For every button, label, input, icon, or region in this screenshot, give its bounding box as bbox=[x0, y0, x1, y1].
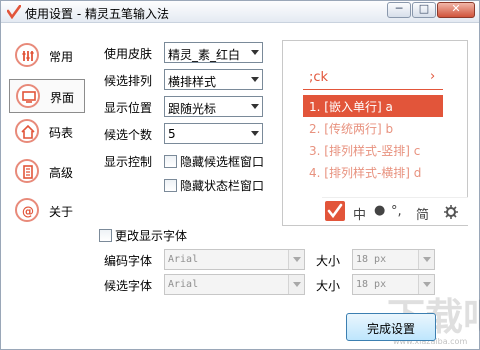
minimize-button[interactable]: ─ bbox=[387, 2, 411, 18]
position-label: 显示位置 bbox=[104, 101, 153, 115]
code-size-select[interactable]: 18 px bbox=[352, 249, 435, 270]
change-font-checkbox[interactable] bbox=[99, 229, 112, 242]
cand-size-label: 大小 bbox=[316, 279, 341, 293]
sliders-icon bbox=[15, 43, 39, 67]
chevron-down-icon bbox=[251, 77, 259, 82]
cand-font-select[interactable]: Arial bbox=[164, 274, 305, 295]
sidebar-item-label: 常用 bbox=[49, 50, 74, 64]
cand-size-value: 18 px bbox=[356, 279, 387, 290]
code-size-label: 大小 bbox=[316, 254, 341, 268]
preview-divider bbox=[303, 89, 443, 90]
position-value: 跟随光标 bbox=[168, 102, 217, 116]
preview-status-bar: 中 ● °, 简 bbox=[322, 197, 468, 225]
at-icon: @ bbox=[15, 198, 39, 222]
count-value: 5 bbox=[168, 127, 176, 141]
layout-label: 候选排列 bbox=[104, 74, 153, 88]
gear-icon bbox=[444, 205, 458, 219]
code-font-value: Arial bbox=[168, 254, 199, 265]
chevron-down-icon bbox=[251, 50, 259, 55]
chevron-down-icon bbox=[251, 104, 259, 109]
hide-candidate-label: 隐藏候选框窗口 bbox=[180, 155, 265, 169]
sidebar-item-advanced[interactable]: 高级 bbox=[9, 155, 85, 189]
sidebar-item-about[interactable]: @ 关于 bbox=[9, 194, 85, 228]
app-logo-icon bbox=[7, 5, 21, 19]
document-icon bbox=[15, 159, 39, 183]
change-font-label: 更改显示字体 bbox=[115, 229, 188, 243]
hide-status-checkbox[interactable] bbox=[164, 179, 177, 192]
hide-status-label: 隐藏状态栏窗口 bbox=[180, 179, 265, 193]
sidebar-item-label: 码表 bbox=[49, 126, 74, 140]
chevron-down-icon bbox=[418, 250, 434, 269]
sidebar-item-common[interactable]: 常用 bbox=[9, 39, 85, 73]
position-select[interactable]: 跟随光标 bbox=[164, 96, 263, 117]
done-button[interactable]: 完成设置 bbox=[346, 313, 436, 341]
skin-label: 使用皮肤 bbox=[104, 47, 153, 61]
close-icon: ✕ bbox=[451, 2, 461, 15]
display-control-label: 显示控制 bbox=[104, 155, 153, 169]
sidebar-item-codetable[interactable]: 码表 bbox=[9, 115, 85, 149]
layout-value: 横排样式 bbox=[168, 75, 217, 89]
skin-value: 精灵_素_红白 bbox=[168, 48, 241, 62]
status-mode: 简 bbox=[416, 208, 430, 223]
code-font-label: 编码字体 bbox=[104, 254, 153, 268]
svg-text:@: @ bbox=[22, 205, 34, 219]
count-select[interactable]: 5 bbox=[164, 123, 263, 144]
preview-code: ;ck bbox=[309, 70, 329, 85]
title-bar[interactable]: 使用设置 - 精灵五笔输入法 ─ □ ✕ bbox=[1, 1, 479, 23]
close-button[interactable]: ✕ bbox=[437, 2, 475, 18]
settings-window: 使用设置 - 精灵五笔输入法 ─ □ ✕ 常用 界面 码表 高级 @ 关于 使用… bbox=[0, 0, 480, 350]
cand-font-value: Arial bbox=[168, 279, 199, 290]
cand-font-label: 候选字体 bbox=[104, 279, 153, 293]
preview-candidate: 3. [排列样式-竖排] c bbox=[309, 144, 421, 158]
sidebar-item-label: 高级 bbox=[49, 166, 74, 180]
skin-select[interactable]: 精灵_素_红白 bbox=[164, 42, 263, 63]
sidebar-item-interface[interactable]: 界面 bbox=[9, 79, 85, 113]
monitor-icon bbox=[16, 84, 40, 108]
chevron-right-icon: › bbox=[430, 69, 436, 84]
chevron-down-icon bbox=[288, 250, 304, 269]
chevron-down-icon bbox=[288, 275, 304, 294]
preview-candidate: 1. [嵌入单行] a bbox=[303, 95, 443, 117]
ime-logo-icon bbox=[325, 201, 345, 221]
sidebar-item-label: 关于 bbox=[49, 205, 74, 219]
sidebar-item-label: 界面 bbox=[50, 91, 75, 105]
status-punct: °, bbox=[391, 204, 402, 219]
home-icon bbox=[15, 119, 39, 143]
count-label: 候选个数 bbox=[104, 128, 153, 142]
code-size-value: 18 px bbox=[356, 254, 387, 265]
maximize-icon: □ bbox=[418, 2, 430, 15]
preview-candidate: 4. [排列样式-横排] d bbox=[309, 166, 422, 180]
status-lang: 中 bbox=[353, 208, 367, 223]
chevron-down-icon bbox=[251, 131, 259, 136]
window-title: 使用设置 - 精灵五笔输入法 bbox=[25, 7, 169, 21]
code-font-select[interactable]: Arial bbox=[164, 249, 305, 270]
layout-select[interactable]: 横排样式 bbox=[164, 69, 263, 90]
maximize-button[interactable]: □ bbox=[412, 2, 436, 18]
minimize-icon: ─ bbox=[395, 2, 403, 15]
preview-candidate: 2. [传统两行] b bbox=[309, 122, 394, 136]
hide-candidate-checkbox[interactable] bbox=[164, 155, 177, 168]
status-dot: ● bbox=[374, 203, 386, 218]
